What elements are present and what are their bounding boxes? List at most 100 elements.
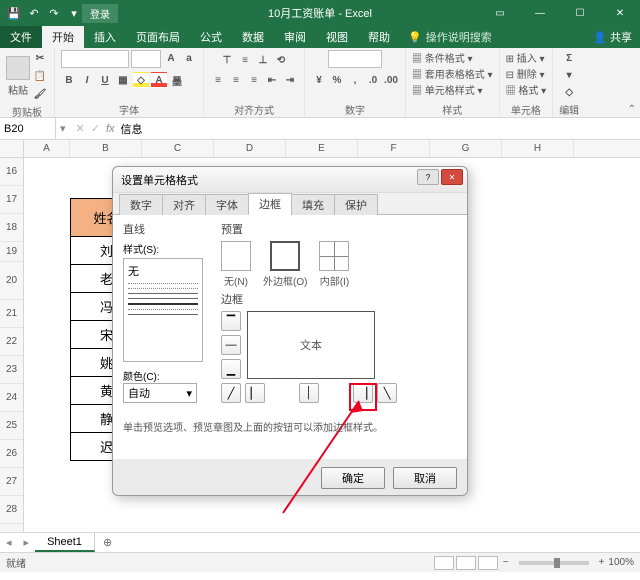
conditional-format-button[interactable]: ▦ 条件格式 ▾ <box>412 50 473 65</box>
dialog-close-icon[interactable]: ✕ <box>441 169 463 185</box>
row-header[interactable]: 27 <box>0 468 24 496</box>
undo-icon[interactable]: ↶ <box>26 5 42 21</box>
fill-icon[interactable]: ▾ <box>561 67 577 83</box>
preset-inside[interactable]: 内部(I) <box>319 241 349 288</box>
column-header[interactable]: A <box>24 140 70 157</box>
decrease-font-icon[interactable]: a <box>181 50 197 66</box>
tab-data[interactable]: 数据 <box>232 26 274 48</box>
view-normal-icon[interactable] <box>434 556 454 570</box>
column-header[interactable]: C <box>142 140 214 157</box>
sheet-nav-next-icon[interactable]: ▸ <box>18 536 36 549</box>
align-top-icon[interactable]: ⊤ <box>219 52 235 68</box>
tab-view[interactable]: 视图 <box>316 26 358 48</box>
formula-input[interactable] <box>121 123 634 135</box>
phonetic-icon[interactable]: 墨 <box>169 72 185 88</box>
tell-me-search[interactable]: 💡 操作说明搜索 <box>408 26 492 48</box>
delete-cells-button[interactable]: ⊟ 删除 ▾ <box>506 66 545 81</box>
cancel-formula-icon[interactable]: ✕ <box>76 122 85 135</box>
border-preview[interactable]: 文本 <box>247 311 375 379</box>
select-all-corner[interactable] <box>0 140 24 157</box>
name-box[interactable]: B20 <box>0 118 56 139</box>
row-header[interactable]: 25 <box>0 412 24 440</box>
fill-color-button[interactable]: ◇ <box>133 72 149 88</box>
row-header[interactable]: 21 <box>0 300 24 328</box>
zoom-in-button[interactable]: + <box>599 557 605 568</box>
column-header[interactable]: E <box>286 140 358 157</box>
dialog-titlebar[interactable]: 设置单元格格式 ? ✕ <box>113 167 467 193</box>
cell-styles-button[interactable]: ▦ 单元格样式 ▾ <box>412 82 483 97</box>
tab-help[interactable]: 帮助 <box>358 26 400 48</box>
percent-icon[interactable]: % <box>329 72 345 88</box>
enter-formula-icon[interactable]: ✓ <box>91 122 100 135</box>
save-icon[interactable]: 💾 <box>6 5 22 21</box>
paste-button[interactable]: 粘贴 <box>6 56 30 97</box>
row-header[interactable]: 18 <box>0 214 24 242</box>
tab-review[interactable]: 审阅 <box>274 26 316 48</box>
font-name-combo[interactable] <box>61 50 129 68</box>
redo-icon[interactable]: ↷ <box>46 5 62 21</box>
dlg-tab-border[interactable]: 边框 <box>248 193 292 215</box>
border-left-button[interactable]: ▏ <box>245 383 265 403</box>
view-page-layout-icon[interactable] <box>456 556 476 570</box>
border-button[interactable]: ▦ <box>115 72 131 88</box>
format-as-table-button[interactable]: ▦ 套用表格格式 ▾ <box>412 66 493 81</box>
underline-button[interactable]: U <box>97 72 113 88</box>
indent-dec-icon[interactable]: ⇤ <box>264 72 280 88</box>
row-header[interactable]: 28 <box>0 496 24 524</box>
minimize-icon[interactable]: — <box>520 0 560 26</box>
row-header[interactable]: 16 <box>0 158 24 186</box>
align-bottom-icon[interactable]: ⊥ <box>255 52 271 68</box>
align-right-icon[interactable]: ≡ <box>246 72 262 88</box>
name-box-dropdown-icon[interactable]: ▾ <box>56 122 70 135</box>
dlg-tab-alignment[interactable]: 对齐 <box>162 194 206 215</box>
orientation-icon[interactable]: ⟲ <box>273 52 289 68</box>
autosum-icon[interactable]: Σ <box>561 50 577 66</box>
column-header[interactable]: B <box>70 140 142 157</box>
dlg-tab-number[interactable]: 数字 <box>119 194 163 215</box>
maximize-icon[interactable]: ☐ <box>560 0 600 26</box>
column-header[interactable]: G <box>430 140 502 157</box>
border-diag-down-button[interactable]: ╲ <box>377 383 397 403</box>
border-vcenter-button[interactable]: │ <box>299 383 319 403</box>
tab-page-layout[interactable]: 页面布局 <box>126 26 190 48</box>
border-top-button[interactable]: ▔ <box>221 311 241 331</box>
align-left-icon[interactable]: ≡ <box>210 72 226 88</box>
column-header[interactable]: F <box>358 140 430 157</box>
inc-decimal-icon[interactable]: .0 <box>365 72 381 88</box>
close-icon[interactable]: ✕ <box>600 0 640 26</box>
color-combo[interactable]: 自动▾ <box>123 383 197 403</box>
sheet-tab[interactable]: Sheet1 <box>35 533 95 552</box>
row-header[interactable]: 23 <box>0 356 24 384</box>
comma-icon[interactable]: , <box>347 72 363 88</box>
number-format-combo[interactable] <box>328 50 382 68</box>
align-middle-icon[interactable]: ≡ <box>237 52 253 68</box>
font-color-button[interactable]: A <box>151 72 167 88</box>
collapse-ribbon-icon[interactable]: ⌃ <box>628 104 636 115</box>
border-middle-button[interactable]: — <box>221 335 241 355</box>
clear-icon[interactable]: ◇ <box>561 84 577 100</box>
border-bottom-button[interactable]: ▁ <box>221 359 241 379</box>
dialog-help-icon[interactable]: ? <box>417 169 439 185</box>
share-button[interactable]: 👤 共享 <box>593 29 632 45</box>
copy-icon[interactable]: 📋 <box>32 68 48 84</box>
row-header[interactable]: 22 <box>0 328 24 356</box>
cut-icon[interactable]: ✂ <box>32 50 48 66</box>
add-sheet-button[interactable]: ⊕ <box>95 536 120 549</box>
dec-decimal-icon[interactable]: .00 <box>383 72 399 88</box>
dlg-tab-protection[interactable]: 保护 <box>334 194 378 215</box>
tab-home[interactable]: 开始 <box>42 26 84 48</box>
bold-button[interactable]: B <box>61 72 77 88</box>
font-size-combo[interactable] <box>131 50 161 68</box>
currency-icon[interactable]: ¥ <box>311 72 327 88</box>
row-header[interactable]: 17 <box>0 186 24 214</box>
ok-button[interactable]: 确定 <box>321 467 385 489</box>
qat-dropdown-icon[interactable]: ▾ <box>66 5 82 21</box>
row-header[interactable]: 19 <box>0 242 24 262</box>
preset-outline[interactable]: 外边框(O) <box>263 241 307 288</box>
zoom-level[interactable]: 100% <box>608 557 634 568</box>
line-style-none[interactable]: 无 <box>128 263 198 279</box>
dlg-tab-font[interactable]: 字体 <box>205 194 249 215</box>
cancel-button[interactable]: 取消 <box>393 467 457 489</box>
preset-none[interactable]: 无(N) <box>221 241 251 288</box>
row-header[interactable]: 24 <box>0 384 24 412</box>
